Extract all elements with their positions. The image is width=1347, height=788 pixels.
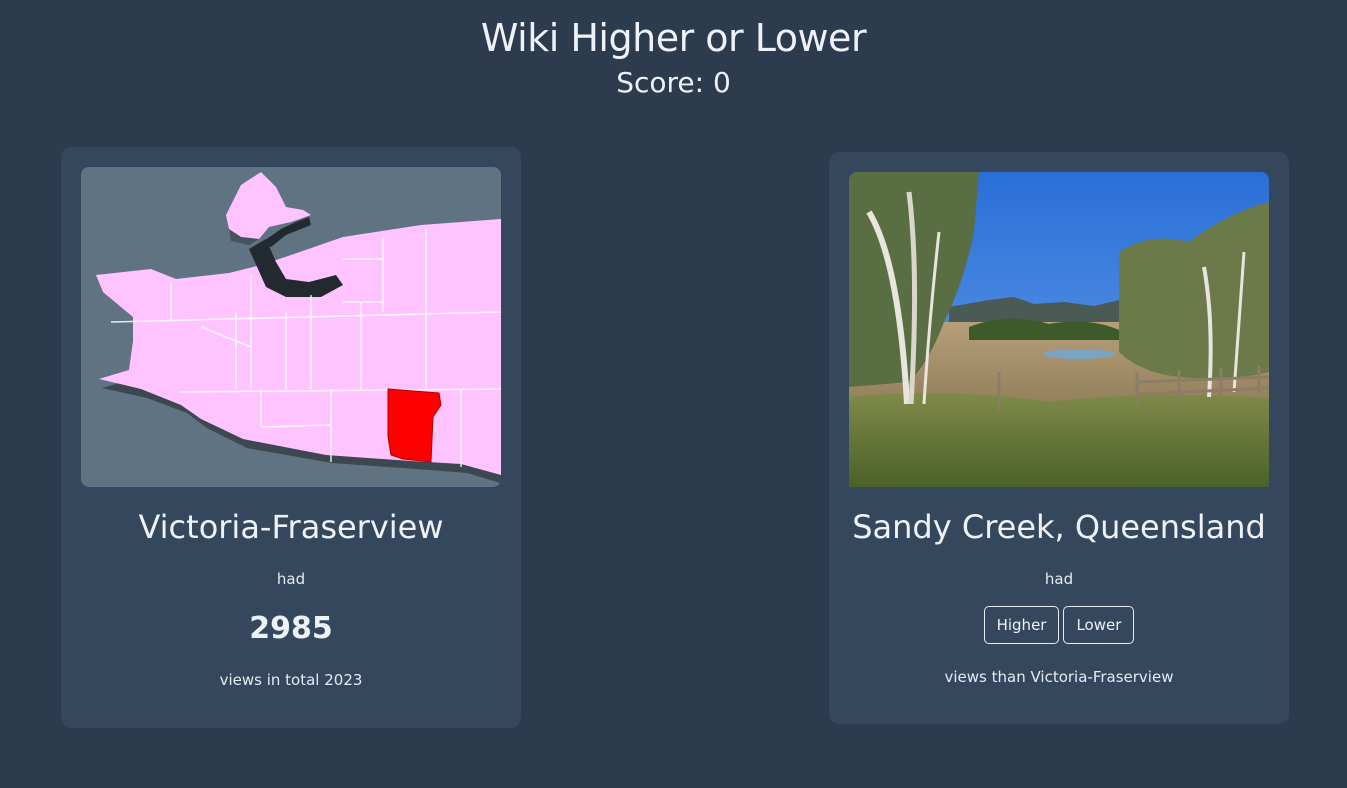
left-article-card: Victoria-Fraserview had 2985 views in to… — [61, 147, 521, 728]
score-display: Score: 0 — [616, 66, 731, 99]
left-article-image — [81, 167, 501, 487]
lower-button[interactable]: Lower — [1063, 606, 1135, 644]
higher-button[interactable]: Higher — [983, 606, 1060, 644]
guess-buttons: Higher Lower — [829, 606, 1289, 644]
header: Wiki Higher or Lower Score: 0 — [0, 14, 1347, 101]
right-views-caption: views than Victoria-Fraserview — [944, 668, 1174, 686]
page-title: Wiki Higher or Lower — [480, 16, 867, 60]
left-had-label: had — [276, 570, 306, 588]
left-view-count: 2985 — [249, 611, 333, 646]
right-had-label: had — [1044, 570, 1074, 588]
landscape-photo-image — [849, 172, 1269, 487]
right-article-image — [849, 172, 1269, 492]
left-views-caption: views in total 2023 — [219, 671, 363, 689]
left-article-title: Victoria-Fraserview — [138, 508, 444, 546]
right-article-title: Sandy Creek, Queensland — [852, 508, 1266, 546]
right-article-card: Sandy Creek, Queensland had Higher Lower… — [829, 152, 1289, 724]
vancouver-map-image — [81, 167, 501, 487]
